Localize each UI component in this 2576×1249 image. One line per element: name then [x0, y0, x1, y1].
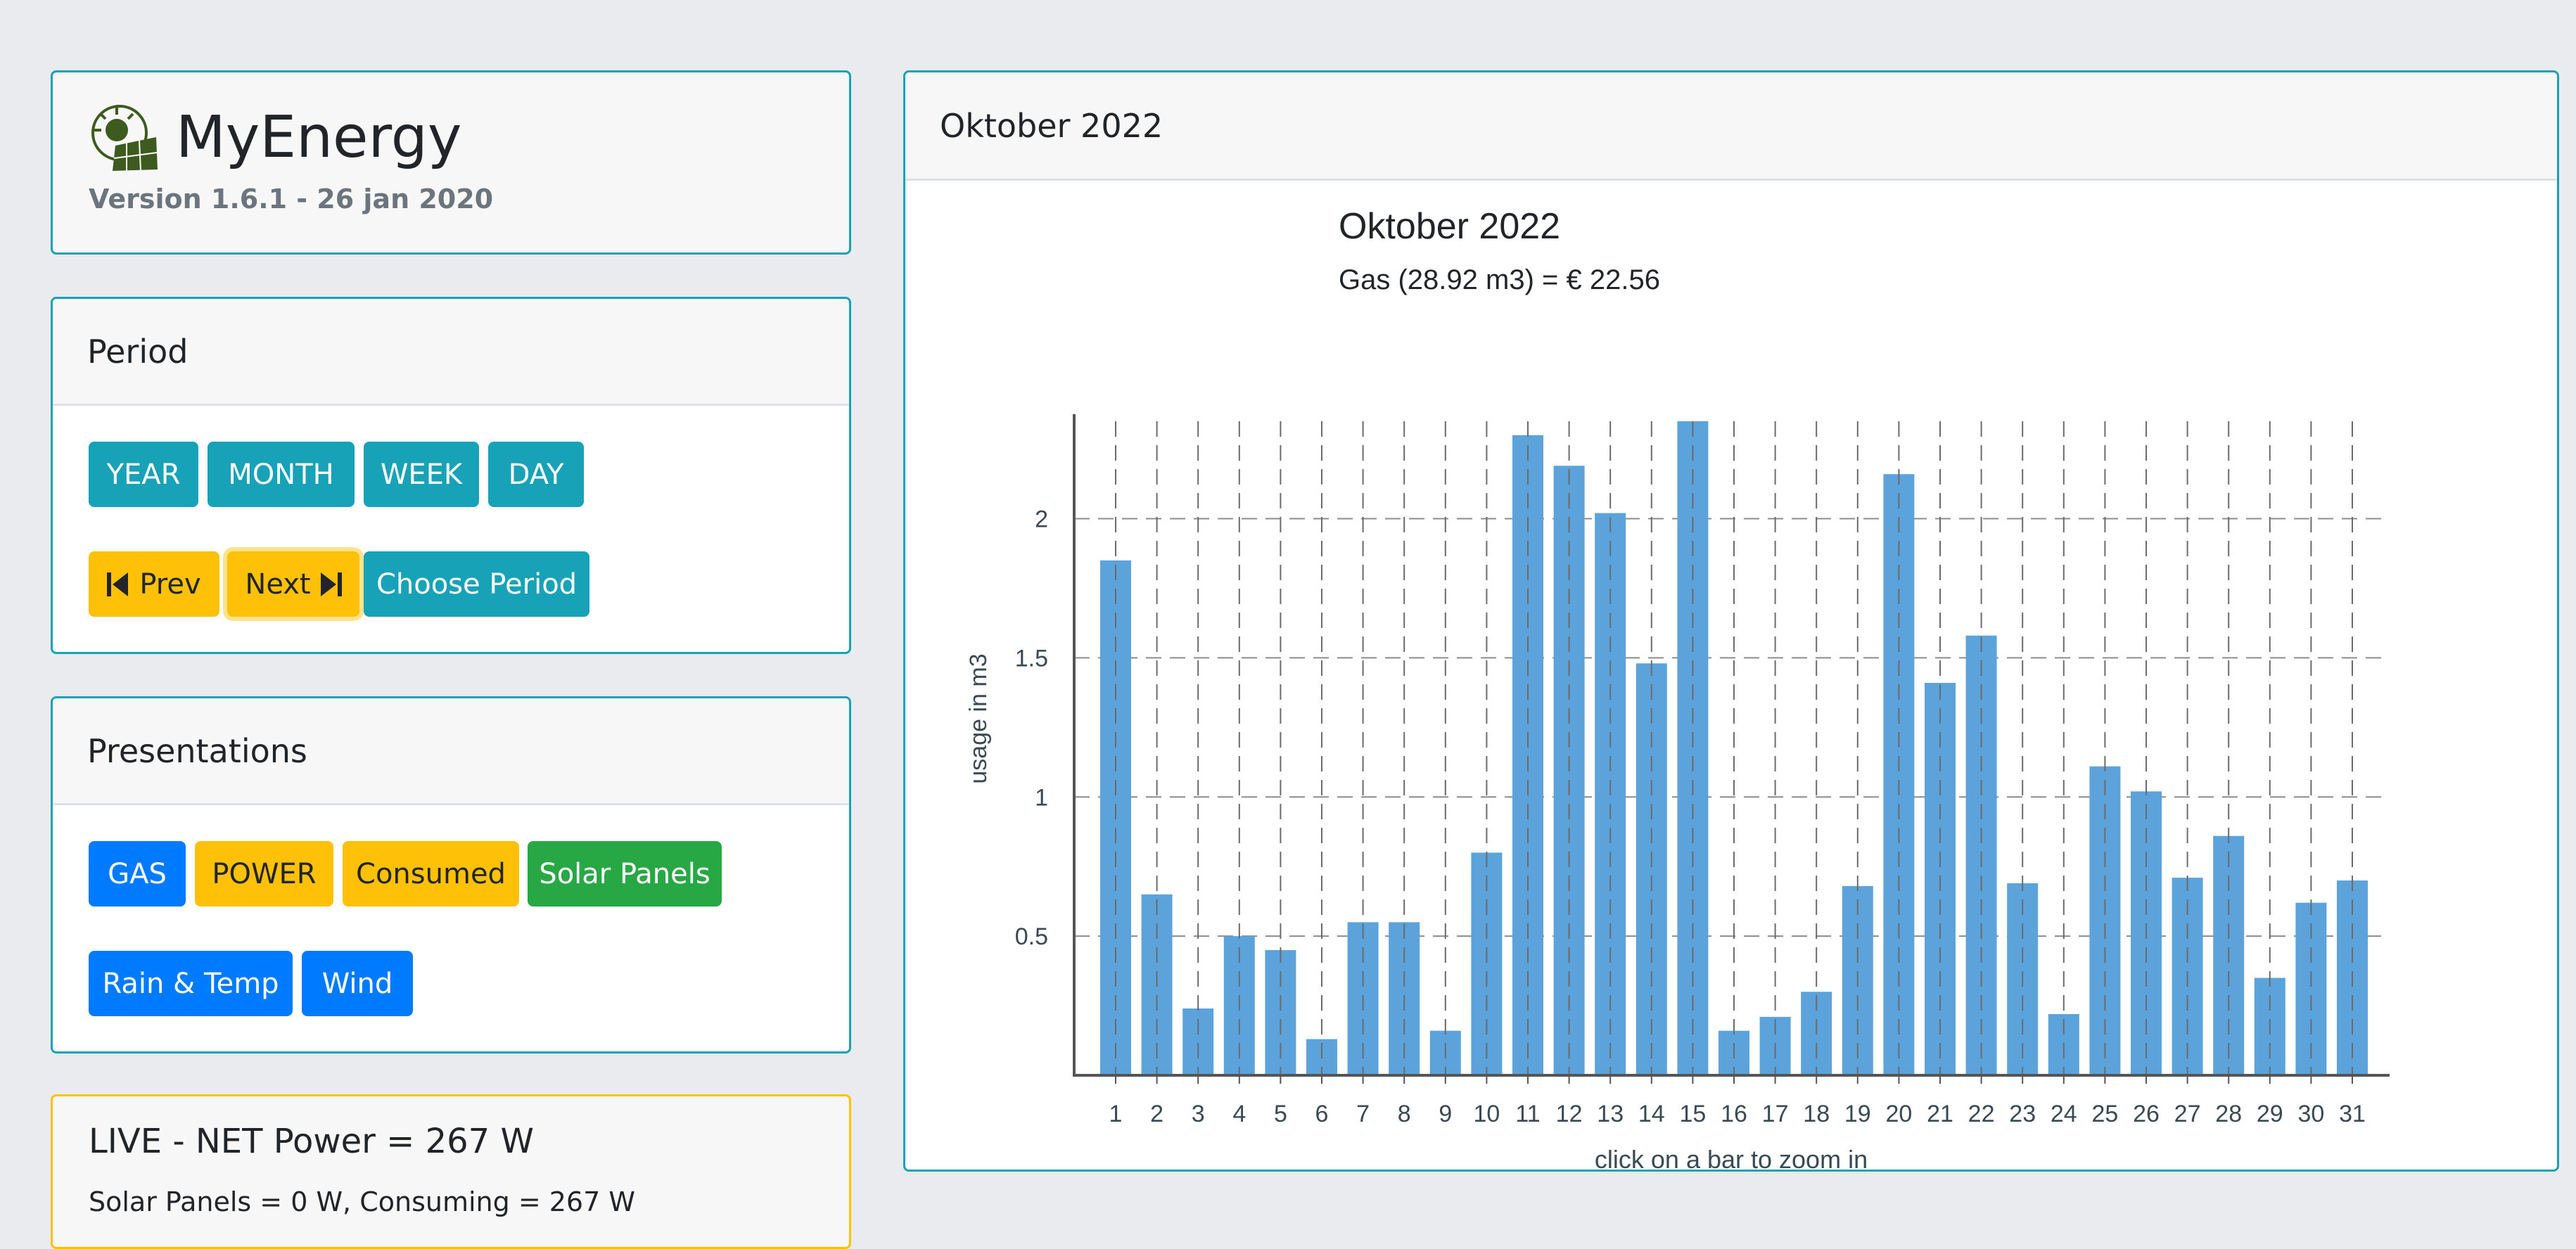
year-button[interactable]: YEAR	[89, 442, 198, 507]
x-tick-label: 9	[1439, 1101, 1452, 1127]
period-card: Period YEAR MONTH WEEK DAY Prev Next Cho…	[51, 297, 851, 654]
x-tick-label: 6	[1315, 1101, 1329, 1127]
rain-temp-button[interactable]: Rain & Temp	[89, 951, 293, 1016]
wind-button[interactable]: Wind	[302, 951, 413, 1016]
x-tick-label: 4	[1232, 1101, 1246, 1127]
x-tick-label: 24	[2051, 1101, 2077, 1127]
x-tick-label: 2	[1150, 1101, 1163, 1127]
brand-card: MyEnergy Version 1.6.1 - 26 jan 2020	[51, 70, 851, 255]
y-tick-label: 0.5	[1015, 923, 1048, 950]
y-axis-label: usage in m3	[965, 653, 992, 783]
x-tick-label: 14	[1638, 1101, 1665, 1127]
consumed-button[interactable]: Consumed	[343, 841, 519, 907]
x-tick-label: 26	[2133, 1101, 2160, 1127]
month-button[interactable]: MONTH	[208, 442, 355, 507]
prev-label: Prev	[139, 568, 201, 601]
power-button[interactable]: POWER	[195, 841, 333, 907]
gas-button[interactable]: GAS	[89, 841, 186, 907]
chart-card-header: Oktober 2022	[905, 72, 2557, 181]
solar-panels-button[interactable]: Solar Panels	[528, 841, 722, 907]
x-tick-label: 16	[1721, 1101, 1747, 1127]
gas-usage-chart: Oktober 2022 Gas (28.92 m3) = € 22.56 us…	[965, 206, 2390, 1170]
x-tick-label: 3	[1192, 1101, 1205, 1127]
live-title: LIVE - NET Power = 267 W	[89, 1122, 534, 1161]
x-tick-label: 18	[1803, 1101, 1830, 1127]
chart-subtitle: Gas (28.92 m3) = € 22.56	[1339, 264, 1660, 295]
period-header: Period	[53, 299, 849, 406]
logo-icon	[91, 105, 158, 171]
x-tick-label: 10	[1473, 1101, 1500, 1127]
x-tick-label: 7	[1356, 1101, 1370, 1127]
next-button[interactable]: Next	[227, 551, 359, 617]
x-tick-label: 25	[2091, 1101, 2118, 1127]
live-detail: Solar Panels = 0 W, Consuming = 267 W	[89, 1186, 635, 1217]
bar-day-3[interactable]	[1182, 1008, 1214, 1075]
skip-back-icon	[107, 572, 129, 596]
x-tick-label: 23	[2009, 1101, 2036, 1127]
y-tick-label: 1	[1035, 784, 1048, 811]
x-tick-label: 11	[1515, 1101, 1540, 1127]
chart-grid	[1074, 518, 2388, 937]
x-tick-label: 28	[2215, 1101, 2242, 1127]
x-tick-label: 12	[1556, 1101, 1583, 1127]
x-tick-label: 29	[2257, 1101, 2283, 1127]
x-tick-label: 30	[2297, 1101, 2324, 1127]
brand-row: MyEnergy	[89, 102, 461, 172]
x-axis-label: click on a bar to zoom in	[1595, 1145, 1868, 1170]
x-tick-label: 20	[1885, 1101, 1912, 1127]
x-tick-label: 13	[1597, 1101, 1624, 1127]
x-tick-label: 31	[2339, 1101, 2366, 1127]
day-button[interactable]: DAY	[488, 442, 584, 507]
skip-forward-icon	[320, 572, 342, 596]
bar-day-14[interactable]	[1635, 663, 1667, 1075]
y-tick-label: 2	[1035, 506, 1048, 533]
chart-title: Oktober 2022	[1339, 206, 1560, 247]
y-tick-labels: 0.5 1 1.5 2	[1015, 506, 1048, 951]
x-tick-label: 22	[1968, 1101, 1995, 1127]
x-tick-labels: 1 2 3 4 5 6 7 8 9 10 11 12 13 14 15 16 17 18 19 20 21 22 23 24 2…	[1109, 1101, 2366, 1127]
x-tick-label: 5	[1274, 1101, 1287, 1127]
app-title: MyEnergy	[176, 103, 462, 171]
x-tick-label: 27	[2174, 1101, 2201, 1127]
prev-button[interactable]: Prev	[89, 551, 219, 617]
version-text: Version 1.6.1 - 26 jan 2020	[89, 184, 494, 214]
x-tick-label: 1	[1109, 1101, 1123, 1127]
y-tick-label: 1.5	[1015, 645, 1048, 672]
chart-card: Oktober 2022 Oktober 2022 Gas (28.92 m3)…	[903, 70, 2559, 1172]
week-button[interactable]: WEEK	[364, 442, 479, 507]
next-label: Next	[245, 568, 311, 601]
x-tick-label: 17	[1762, 1101, 1789, 1127]
x-tick-label: 15	[1679, 1101, 1706, 1127]
x-tick-label: 19	[1844, 1101, 1871, 1127]
live-card: LIVE - NET Power = 267 W Solar Panels = …	[51, 1094, 851, 1249]
presentations-card: Presentations GAS POWER Consumed Solar P…	[51, 696, 851, 1053]
x-tick-label: 8	[1398, 1101, 1411, 1127]
presentations-header: Presentations	[53, 698, 849, 805]
x-tick-label: 21	[1927, 1101, 1953, 1127]
choose-period-button[interactable]: Choose Period	[364, 551, 589, 617]
